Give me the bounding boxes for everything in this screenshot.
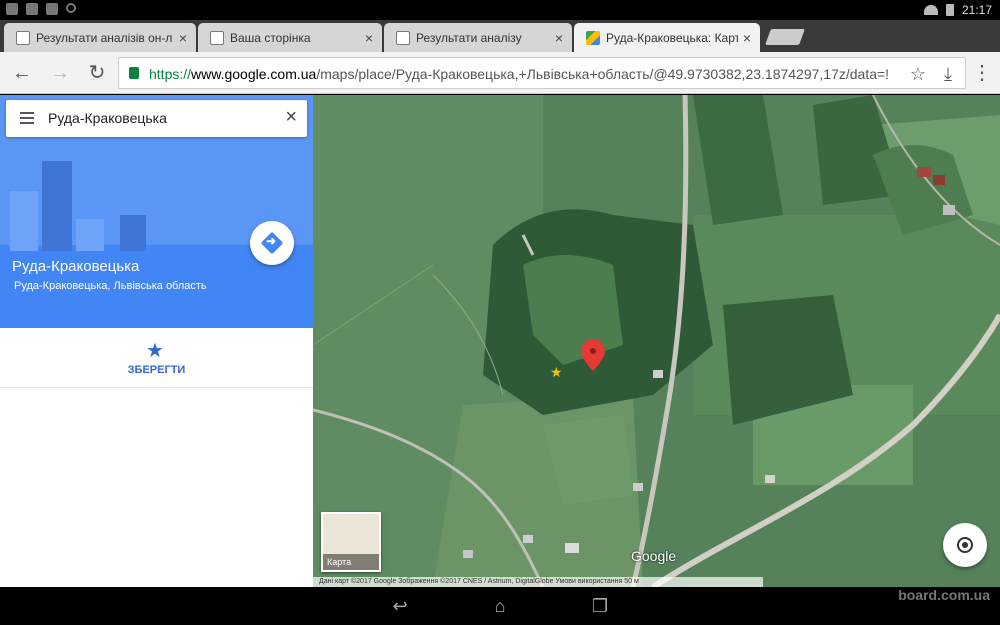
star-icon: ★ — [146, 340, 164, 362]
page-icon — [16, 30, 30, 45]
tab-analysis-result[interactable]: Результати аналізу × — [384, 23, 572, 52]
my-location-button[interactable] — [943, 523, 987, 567]
battery-icon — [945, 4, 954, 16]
tab-strip: Результати аналізів он-л × Ваша сторінка… — [0, 20, 1000, 52]
directions-arrow: ➜ — [266, 234, 277, 248]
back-nav-icon[interactable]: ↩ — [385, 596, 415, 617]
image-icon — [46, 3, 58, 15]
menu-icon[interactable] — [20, 112, 34, 124]
satellite-map[interactable]: ★ Карта Google Дані карт ©2017 Google Зо… — [313, 95, 1000, 587]
status-bar: 21:17 — [0, 0, 1000, 20]
screen: 21:17 Результати аналізів он-л × Ваша ст… — [0, 0, 1000, 625]
recents-nav-icon[interactable]: ❐ — [585, 596, 615, 617]
location-dot — [962, 542, 968, 548]
url-scheme: https:// — [149, 66, 192, 82]
tab-label: Результати аналізу — [416, 30, 522, 45]
home-nav-icon[interactable]: ⌂ — [485, 596, 515, 617]
page-icon — [210, 30, 224, 45]
url-path: /maps/place/Руда-Краковецька,+Львівська+… — [316, 66, 889, 82]
starred-place-icon[interactable]: ★ — [550, 365, 563, 381]
search-icon — [66, 3, 76, 13]
tab-label: Ваша сторінка — [230, 30, 311, 45]
watermark: board.com.ua — [898, 587, 990, 603]
map-attribution: Дані карт ©2017 Google Зображення ©2017 … — [313, 577, 763, 587]
forward-icon[interactable]: → — [48, 61, 72, 85]
layer-switcher[interactable]: Карта — [321, 512, 381, 572]
browser-toolbar: ← → ↻ https://www.google.com.ua/maps/pla… — [0, 52, 1000, 94]
save-label: ЗБЕРЕГТИ — [127, 364, 186, 376]
wifi-icon — [923, 5, 938, 15]
location-pin-center — [590, 348, 596, 354]
close-icon[interactable]: × — [360, 30, 378, 46]
close-icon[interactable]: × — [285, 106, 297, 129]
tab-your-page[interactable]: Ваша сторінка × — [198, 23, 382, 52]
satellite-imagery: ★ — [313, 95, 1000, 587]
building-illustration — [76, 219, 104, 251]
building-illustration — [120, 215, 146, 251]
address-bar[interactable]: https://www.google.com.ua/maps/place/Руд… — [118, 57, 966, 89]
place-panel: Руда-Краковецька × ➜ Руда-Краковецька Ру… — [0, 95, 313, 587]
new-tab-button[interactable] — [765, 29, 805, 45]
building-illustration — [10, 191, 38, 251]
close-icon[interactable]: × — [550, 30, 568, 46]
back-icon[interactable]: ← — [10, 61, 34, 85]
building-illustration — [42, 161, 72, 251]
place-subtitle: Руда-Краковецька, Львівська область — [14, 280, 207, 292]
layer-label: Карта — [327, 557, 352, 567]
bookmark-star-icon[interactable]: ☆ — [907, 63, 929, 85]
download-icon[interactable]: ⤓ — [937, 63, 959, 85]
search-input[interactable]: Руда-Краковецька — [48, 110, 167, 126]
search-box[interactable]: Руда-Краковецька × — [6, 100, 307, 137]
save-button[interactable]: ★ ЗБЕРЕГТИ — [0, 328, 313, 388]
tab-label: Руда-Краковецька: Карт — [606, 30, 738, 45]
place-title: Руда-Краковецька — [12, 258, 140, 275]
lock-icon — [129, 67, 139, 79]
overflow-menu-icon[interactable]: ⋮ — [972, 61, 992, 85]
tab-maps[interactable]: Руда-Краковецька: Карт × — [574, 23, 760, 52]
tab-analysis-online[interactable]: Результати аналізів он-л × — [4, 23, 196, 52]
close-icon[interactable]: × — [174, 30, 192, 46]
url-host: www.google.com.ua — [191, 66, 317, 82]
google-logo: Google — [631, 548, 677, 564]
page-icon — [396, 30, 410, 45]
clock: 21:17 — [961, 3, 992, 17]
tab-label: Результати аналізів он-л — [36, 30, 173, 45]
shield-icon — [26, 3, 38, 15]
reload-icon[interactable]: ↻ — [85, 61, 109, 85]
notification-icon — [6, 3, 18, 15]
place-header: Руда-Краковецька × ➜ Руда-Краковецька Ру… — [0, 95, 313, 328]
url-text[interactable]: https://www.google.com.ua/maps/place/Руд… — [149, 66, 889, 82]
close-icon[interactable]: × — [738, 30, 756, 46]
maps-icon — [586, 30, 600, 45]
directions-button[interactable]: ➜ — [250, 221, 294, 265]
system-nav-bar: ↩ ⌂ ❐ board.com.ua — [0, 587, 1000, 625]
